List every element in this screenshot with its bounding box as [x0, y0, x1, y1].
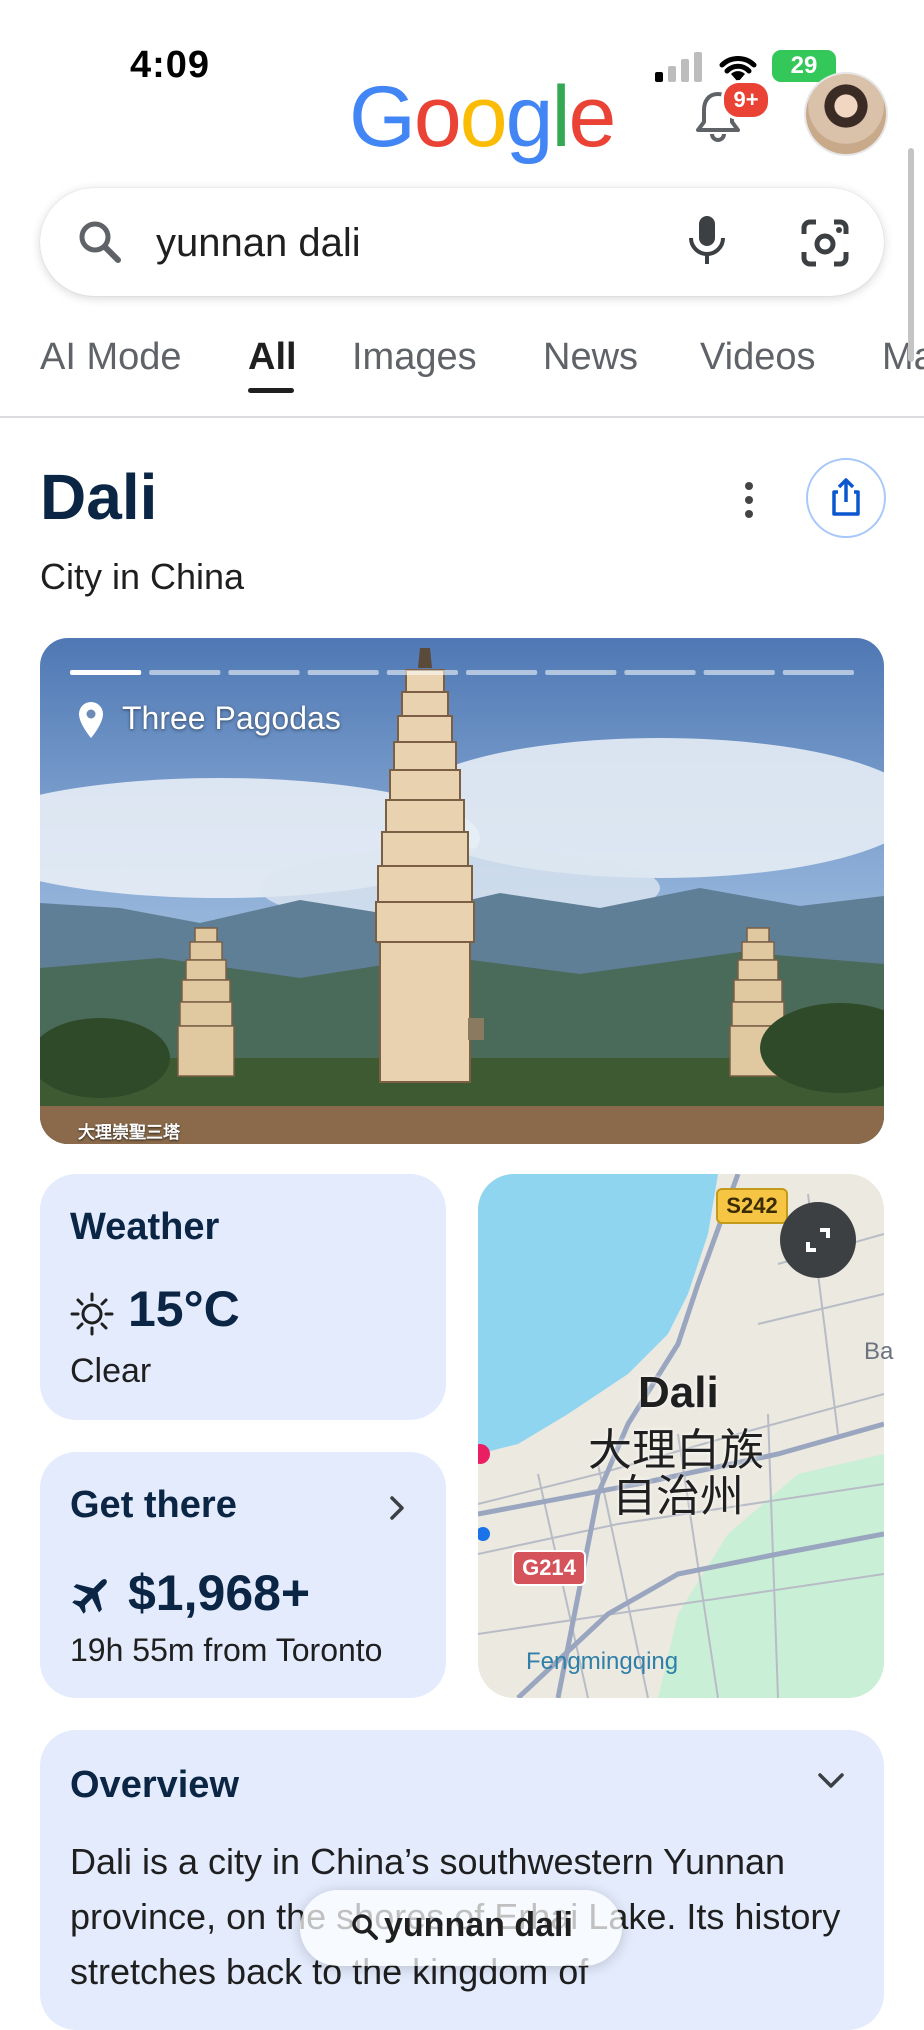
logo-letter: l [551, 69, 570, 165]
carousel-segment [307, 670, 379, 675]
search-icon [352, 1914, 378, 1940]
google-logo[interactable]: Google [349, 68, 617, 167]
account-avatar[interactable] [804, 72, 888, 156]
logo-letter: o [459, 69, 508, 165]
share-button[interactable] [806, 458, 886, 538]
carousel-segment [70, 670, 142, 675]
carousel-segment [228, 670, 300, 675]
carousel-segment [149, 670, 221, 675]
tab-ai-mode[interactable]: AI Mode [40, 332, 182, 382]
wifi-icon [719, 56, 757, 82]
carousel-segment [782, 670, 854, 675]
get-there-title: Get there [70, 1484, 237, 1526]
entity-subtitle: City in China [40, 556, 245, 597]
status-time: 4:09 [130, 44, 211, 86]
carousel-segment [703, 670, 775, 675]
carousel-segment [466, 670, 538, 675]
weather-condition: Clear [70, 1352, 152, 1390]
floating-search-label: yunnan dali [384, 1906, 573, 1944]
chevron-down-icon[interactable] [814, 1766, 848, 1796]
tab-videos[interactable]: Videos [700, 332, 816, 382]
microphone-icon[interactable] [682, 212, 732, 268]
road-sign-s242: S242 [716, 1188, 788, 1224]
share-icon [832, 478, 860, 516]
expand-icon [806, 1228, 830, 1252]
map-expand-button[interactable] [780, 1202, 856, 1278]
notifications-badge: 9+ [721, 80, 771, 120]
logo-letter: g [505, 69, 554, 165]
carousel-segment [545, 670, 617, 675]
entity-title: Dali [40, 461, 158, 533]
hero-image-caption: 大理崇聖三塔 [78, 1123, 180, 1142]
flight-duration: 19h 55m from Toronto [70, 1632, 383, 1668]
map-place-fengmingqing: Fengmingqing [526, 1648, 679, 1675]
tab-news[interactable]: News [543, 332, 638, 382]
flight-price: $1,968+ [128, 1565, 311, 1621]
plane-icon [72, 1579, 107, 1614]
map-edge-label: Ba [864, 1338, 894, 1365]
hero-location-label: Three Pagodas [122, 700, 341, 736]
cellular-signal-icon [655, 52, 702, 82]
logo-letter: o [413, 69, 462, 165]
search-input[interactable]: yunnan dali [156, 218, 361, 268]
chevron-right-icon [390, 1496, 404, 1520]
weather-title: Weather [70, 1206, 220, 1248]
carousel-progress [70, 670, 854, 675]
more-options-icon[interactable] [734, 476, 764, 524]
overview-title: Overview [70, 1764, 239, 1806]
carousel-segment [386, 670, 458, 675]
search-icon [79, 221, 121, 263]
location-pin-icon [79, 702, 103, 738]
map-city-label: Dali [638, 1368, 719, 1417]
logo-letter: e [568, 69, 617, 165]
tab-images[interactable]: Images [352, 332, 477, 382]
map-chinese-label-line2: 自治州 [612, 1472, 744, 1521]
sun-icon [70, 1292, 114, 1336]
tab-maps[interactable]: Ma [882, 332, 924, 382]
scrollbar[interactable] [908, 148, 914, 362]
weather-temperature: 15°C [128, 1281, 240, 1337]
logo-letter: G [349, 69, 416, 165]
carousel-segment [624, 670, 696, 675]
active-tab-indicator [248, 388, 294, 393]
tab-all[interactable]: All [248, 332, 297, 382]
google-lens-icon[interactable] [798, 216, 852, 270]
road-sign-g214: G214 [512, 1550, 586, 1586]
